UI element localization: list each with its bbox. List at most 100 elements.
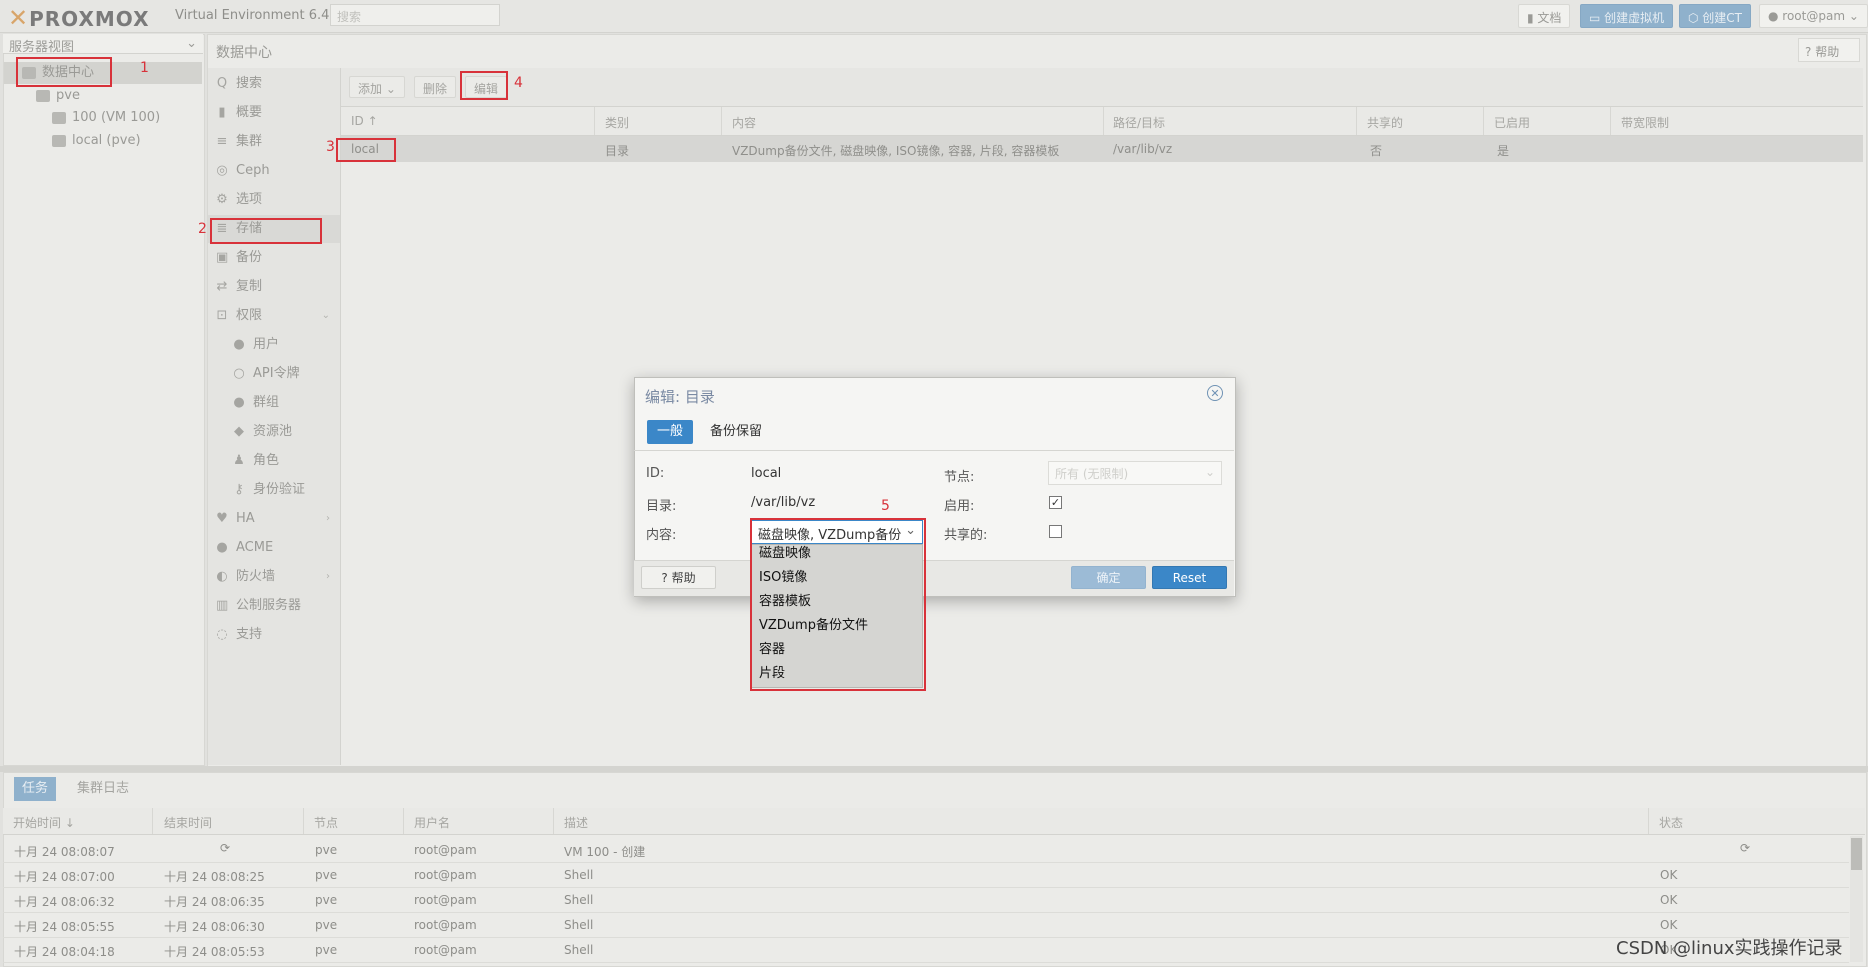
col-status[interactable]: 状态 xyxy=(1659,814,1683,831)
col-divider xyxy=(1648,808,1649,834)
col-start-time[interactable]: 开始时间 ↓ xyxy=(13,814,75,831)
task-end: 十月 24 08:08:25 xyxy=(164,870,265,884)
docs-button[interactable]: ▮ 文档 xyxy=(1518,4,1571,28)
nav-search[interactable]: Q 搜索 xyxy=(208,70,340,98)
help-button[interactable]: ? 帮助 xyxy=(1798,38,1860,62)
nav-api-tokens[interactable]: ○ API令牌 xyxy=(208,360,340,388)
node-select[interactable]: 所有 (无限制) ⌄ xyxy=(1048,461,1222,485)
tree-item-vm[interactable]: 100 (VM 100) xyxy=(52,107,160,129)
nav-permissions[interactable]: ⊡ 权限 ⌄ xyxy=(208,302,340,330)
nav-ha[interactable]: ♥ HA › xyxy=(208,505,340,533)
page-title: 数据中心 xyxy=(216,45,272,61)
nav-summary[interactable]: ▮ 概要 xyxy=(208,99,340,127)
proxmox-logo: ✕PROXMOX xyxy=(8,4,150,32)
nav-metric-server[interactable]: ▥ 公制服务器 xyxy=(208,592,340,620)
nav-users[interactable]: ● 用户 xyxy=(208,331,340,359)
spinner-icon: ⟳ xyxy=(220,841,231,855)
user-menu-button[interactable]: ● root@pam ⌄ xyxy=(1759,4,1868,28)
tab-general[interactable]: 一般 xyxy=(647,420,694,444)
nav-roles[interactable]: ♟ 角色 xyxy=(208,447,340,475)
nav-pools[interactable]: ◆ 资源池 xyxy=(208,418,340,446)
gear-icon: ⚙ xyxy=(216,192,228,207)
tree-item-storage[interactable]: local (pve) xyxy=(52,130,141,152)
col-divider xyxy=(1103,107,1104,135)
col-bwlimit[interactable]: 带宽限制 xyxy=(1621,114,1669,131)
task-status: OK xyxy=(1660,918,1678,932)
task-desc: Shell xyxy=(564,893,594,907)
table-row[interactable] xyxy=(3,937,1849,963)
task-user: root@pam xyxy=(414,868,477,882)
tree-item-node[interactable]: pve xyxy=(36,85,80,107)
nav-firewall[interactable]: ◐ 防火墙 › xyxy=(208,563,340,591)
table-row[interactable] xyxy=(341,136,1863,162)
annotation-number-3: 3 xyxy=(326,139,335,155)
col-end-time[interactable]: 结束时间 xyxy=(164,814,212,831)
storage-icon xyxy=(52,134,66,147)
col-divider xyxy=(303,808,304,834)
create-vm-button[interactable]: ▭ 创建虚拟机 xyxy=(1580,4,1674,28)
enabled-checkbox[interactable]: ✓ xyxy=(1049,496,1062,509)
task-node: pve xyxy=(315,943,338,957)
task-status: OK xyxy=(1660,868,1678,882)
nav-groups[interactable]: ● 群组 xyxy=(208,389,340,417)
dialog-help-button[interactable]: ? 帮助 xyxy=(641,566,716,589)
nav-replication[interactable]: ⇄ 复制 xyxy=(208,273,340,301)
col-type[interactable]: 类别 xyxy=(605,114,629,131)
nav-cluster[interactable]: ≡ 集群 xyxy=(208,128,340,156)
table-row[interactable] xyxy=(3,862,1849,888)
shared-checkbox[interactable] xyxy=(1049,525,1062,538)
annotation-number-2: 2 xyxy=(198,221,207,237)
task-status: OK xyxy=(1660,893,1678,907)
user-icon: ● xyxy=(233,337,245,352)
server-icon xyxy=(36,89,50,102)
ok-button[interactable]: 确定 xyxy=(1071,566,1146,589)
col-description[interactable]: 描述 xyxy=(564,814,588,831)
task-user: root@pam xyxy=(414,893,477,907)
col-id[interactable]: ID ↑ xyxy=(351,114,378,128)
task-end: 十月 24 08:06:35 xyxy=(164,895,265,909)
datacenter-nav: Q 搜索 ▮ 概要 ≡ 集群 ◎ Ceph ⚙ 选项 ≣ 存储 ▣ 备份 ⇄ 复制 ⊡ 权限 ⌄ ●… xyxy=(208,68,341,765)
col-node[interactable]: 节点 xyxy=(314,814,338,831)
scrollbar-thumb[interactable] xyxy=(1851,838,1862,870)
col-divider xyxy=(1483,107,1484,135)
col-path[interactable]: 路径/目标 xyxy=(1113,114,1165,131)
col-enabled[interactable]: 已启用 xyxy=(1494,114,1530,131)
nav-support[interactable]: ◌ 支持 xyxy=(208,621,340,649)
col-content[interactable]: 内容 xyxy=(732,114,756,131)
cell-shared: 否 xyxy=(1370,144,1383,158)
nav-acme[interactable]: ● ACME xyxy=(208,534,340,562)
watermark: CSDN @linux实践操作记录 xyxy=(1616,938,1843,959)
nav-authentication[interactable]: ⚷ 身份验证 xyxy=(208,476,340,504)
add-button[interactable]: 添加 ⌄ xyxy=(349,76,405,98)
task-node: pve xyxy=(315,868,338,882)
chevron-right-icon: › xyxy=(326,513,330,524)
create-ct-button[interactable]: ⬡ 创建CT xyxy=(1679,4,1752,28)
tab-tasks[interactable]: 任务 xyxy=(14,777,57,801)
col-divider xyxy=(721,107,722,135)
table-row[interactable] xyxy=(3,887,1849,913)
col-user[interactable]: 用户名 xyxy=(414,814,450,831)
shield-icon: ◐ xyxy=(216,569,228,584)
col-shared[interactable]: 共享的 xyxy=(1367,114,1403,131)
chevron-down-icon: ⌄ xyxy=(1204,465,1215,479)
task-end: 十月 24 08:05:53 xyxy=(164,945,265,959)
close-icon[interactable]: ✕ xyxy=(1207,385,1223,401)
storage-toolbar xyxy=(341,68,1863,107)
search-input[interactable]: 搜索 xyxy=(330,4,500,26)
annotation-box-1 xyxy=(16,57,112,87)
content-label: 内容: xyxy=(646,528,677,543)
tab-backup-retention[interactable]: 备份保留 xyxy=(700,420,772,444)
table-row[interactable] xyxy=(3,837,1849,863)
task-start: 十月 24 08:07:00 xyxy=(14,870,115,884)
reset-button[interactable]: Reset xyxy=(1152,566,1227,589)
server-view-select[interactable]: 服务器视图 ⌄ xyxy=(3,34,203,55)
tab-cluster-log[interactable]: 集群日志 xyxy=(69,777,137,801)
annotation-number-4: 4 xyxy=(514,75,523,91)
col-divider xyxy=(594,107,595,135)
nav-ceph[interactable]: ◎ Ceph xyxy=(208,157,340,185)
nav-options[interactable]: ⚙ 选项 xyxy=(208,186,340,214)
annotation-box-2 xyxy=(210,218,322,244)
nav-backup[interactable]: ▣ 备份 xyxy=(208,244,340,272)
table-row[interactable] xyxy=(3,912,1849,938)
remove-button[interactable]: 删除 xyxy=(414,76,457,98)
